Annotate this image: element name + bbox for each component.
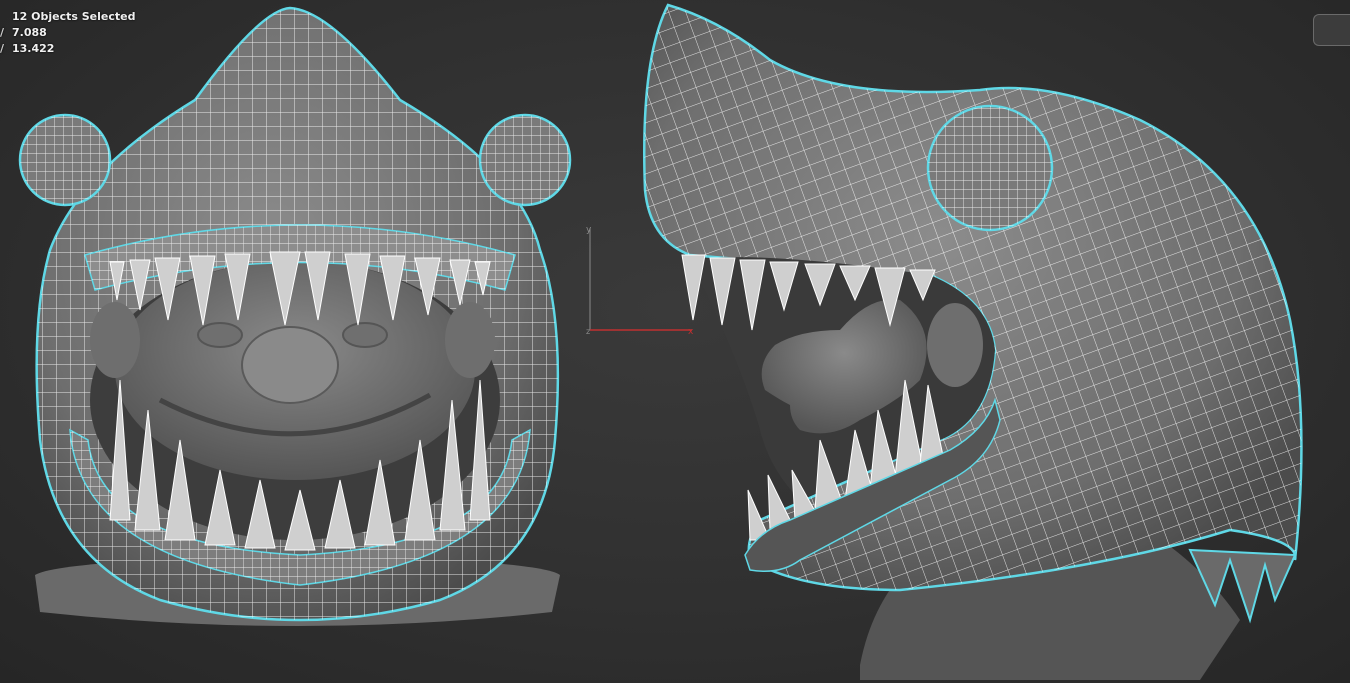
viewcube[interactable]	[1313, 14, 1350, 46]
side-facial-ear	[927, 303, 983, 387]
front-left-facial-ear	[90, 302, 140, 378]
stat-row1-value: 7.088	[12, 26, 47, 39]
front-left-eye	[197, 322, 243, 348]
axis-z-label: z	[586, 327, 590, 336]
axis-y-label: y	[586, 225, 592, 235]
viewport-statistics: 12 Objects Selected / 7.088 / 13.422	[0, 9, 135, 57]
scene-canvas[interactable]: y x z	[0, 0, 1350, 683]
stat-row1-label: /	[0, 26, 5, 39]
side-view-model[interactable]	[642, 3, 1303, 680]
front-right-facial-ear	[445, 302, 495, 378]
front-right-eye	[342, 322, 388, 348]
stat-row2-value: 13.422	[12, 42, 55, 55]
axis-x-label: x	[688, 327, 694, 337]
stat-row2-label: /	[0, 42, 5, 55]
front-view-model[interactable]	[18, 6, 572, 626]
front-nose	[241, 326, 339, 404]
3d-viewport[interactable]: y x z 12 Objects Selected / 7.088 / 13.4…	[0, 0, 1350, 683]
selection-count-label: 12 Objects Selected	[12, 10, 136, 23]
